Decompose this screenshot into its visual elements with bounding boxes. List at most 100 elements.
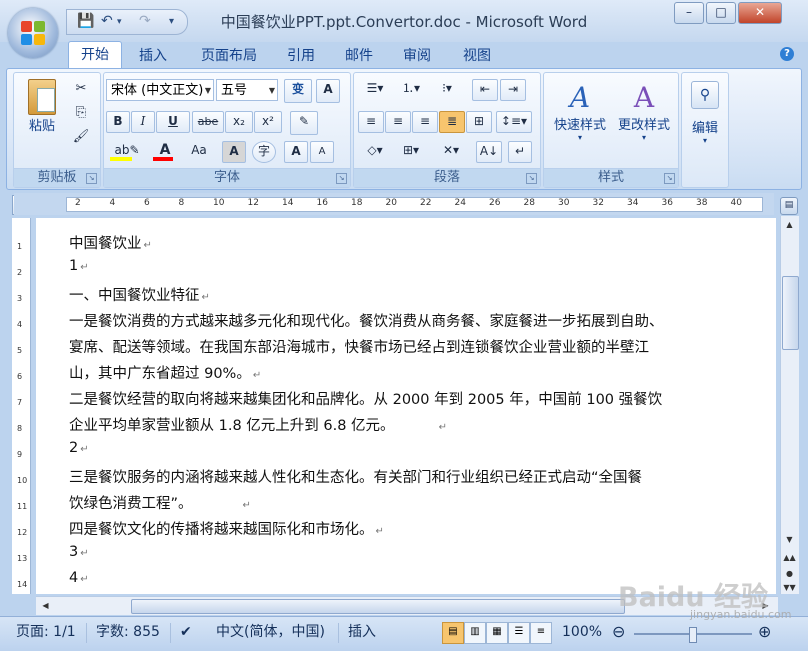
tab-home[interactable]: 开始 [68,41,122,69]
show-marks-button[interactable]: ↵ [508,141,532,163]
ruler-tick-label: 32 [592,198,604,208]
justify-button[interactable]: ≣ [439,111,465,133]
paste-button[interactable]: 粘贴 [22,79,62,134]
bullets-button[interactable]: ☰▾ [358,79,392,99]
ruler-tick-label: 34 [627,198,639,208]
document-page[interactable]: 中国餐饮业 ↵ 1 ↵ 一、中国餐饮业特征 ↵ 一是餐饮消费的方式越来越多元化和现代化… [36,218,776,594]
outline-view-icon[interactable]: ☰ [508,622,530,644]
zoom-slider-thumb[interactable] [689,627,697,643]
increase-indent-button[interactable]: ⇥ [500,79,526,101]
ruler-tick-label: 10 [213,198,225,208]
styles-launcher-icon[interactable]: ↘ [664,173,675,184]
vruler-tick-label: 14 [17,580,28,589]
vertical-scroll-thumb[interactable] [782,276,799,350]
quick-styles-icon: A [569,81,591,114]
draft-view-icon[interactable]: ≡ [530,622,552,644]
strikethrough-button[interactable]: abe [192,111,224,133]
scroll-left-icon[interactable]: ◀ [38,598,53,614]
zoom-level[interactable]: 100% [562,621,602,643]
phonetic-guide-button[interactable]: 变 [284,79,312,103]
borders-button[interactable]: ⊞▾ [394,141,428,161]
underline-button[interactable]: U [156,111,190,133]
scroll-up-icon[interactable]: ▲ [782,217,797,233]
close-button[interactable]: ✕ [738,2,782,24]
italic-button[interactable]: I [131,111,155,133]
align-center-button[interactable]: ≡ [385,111,411,133]
highlight-button[interactable]: ab✎ [106,141,148,161]
tab-insert[interactable]: 插入 [130,45,176,67]
proofing-icon[interactable]: ✔ [180,621,192,643]
ruler-tick-label: 20 [385,198,397,208]
distributed-button[interactable]: ⊞ [466,111,492,133]
paragraph-launcher-icon[interactable]: ↘ [526,173,537,184]
editing-button[interactable]: ⚲ 编辑 ▾ [684,81,726,145]
change-styles-label: 更改样式 [617,118,670,133]
font-launcher-icon[interactable]: ↘ [336,173,347,184]
change-case-button[interactable]: Aa [184,141,214,161]
font-group: 宋体 (中文正文) ▼ 五号 ▼ 变 A B I U abe x₂ x² ✎ ab✎… [103,72,351,188]
tab-page-layout[interactable]: 页面布局 [190,45,268,67]
enclose-char-button[interactable]: 字 [252,141,276,163]
grow-font-button[interactable]: A [284,141,308,163]
editing-label: 编辑 [691,121,718,136]
line-spacing-icon: ↕≡▾ [500,114,528,128]
doc-line: 三是餐饮服务的内涵将越来越人性化和生态化。有关部门和行业组织已经正式启动“全国餐 [69,470,643,486]
tab-references[interactable]: 引用 [278,45,324,67]
quick-styles-button[interactable]: A 快速样式 ▾ [548,81,612,142]
align-left-button[interactable]: ≡ [358,111,384,133]
multilevel-list-button[interactable]: ⁝▾ [430,79,464,99]
next-page-icon[interactable]: ▼▼ [782,580,797,596]
vertical-ruler[interactable]: 1 2 3 4 5 6 7 8 9 10 11 12 13 14 [12,218,31,594]
zoom-out-icon[interactable]: ⊖ [612,621,625,643]
subscript-button[interactable]: x₂ [225,111,253,133]
office-button[interactable] [8,8,58,58]
line-spacing-button[interactable]: ↕≡▾ [496,111,532,133]
tab-view[interactable]: 视图 [454,45,500,67]
ruler-tick-label: 16 [316,198,328,208]
sort-button[interactable]: A↓ [476,141,502,163]
maximize-button[interactable]: □ [706,2,736,24]
ruler-tick-label: 38 [696,198,708,208]
chinese-layout-button[interactable]: ✕▾ [434,141,468,161]
insert-mode-indicator[interactable]: 插入 [348,621,376,643]
vertical-scrollbar[interactable]: ▲ ▼ ▲▲ ● ▼▼ [780,216,799,594]
doc-line: 一是餐饮消费的方式越来越多元化和现代化。餐饮消费从商务餐、家庭餐进一步拓展到自助… [69,314,664,330]
clipboard-launcher-icon[interactable]: ↘ [86,173,97,184]
font-size-select[interactable]: 五号 ▼ [216,79,278,101]
view-ruler-icon[interactable]: ▤ [780,197,798,215]
copy-icon[interactable]: ⎘ [70,103,92,123]
full-screen-reading-icon[interactable]: ▥ [464,622,486,644]
align-right-button[interactable]: ≡ [412,111,438,133]
superscript-button[interactable]: x² [254,111,282,133]
char-shading-button[interactable]: A [222,141,246,163]
word-count[interactable]: 字数: 855 [96,621,160,643]
font-name-select[interactable]: 宋体 (中文正文) ▼ [106,79,214,101]
font-color-button[interactable]: A [150,141,180,161]
print-layout-view-icon[interactable]: ▤ [442,622,464,644]
format-painter-icon[interactable]: 🖌 [70,127,92,147]
zoom-in-icon[interactable]: ⊕ [758,621,771,643]
page-count[interactable]: 页面: 1/1 [16,621,76,643]
numbering-button[interactable]: ⒈▾ [394,79,428,99]
shading-button[interactable]: ◇▾ [358,141,392,161]
change-styles-button[interactable]: A 更改样式 ▾ [612,81,676,142]
minimize-button[interactable]: – [674,2,704,24]
doc-line: 二是餐饮经营的取向将越来越集团化和品牌化。从 2000 年到 2005 年，中国… [69,392,663,408]
vruler-tick-label: 2 [17,268,23,277]
prev-page-icon[interactable]: ▲▲ [782,550,797,566]
cut-icon[interactable]: ✂ [70,79,92,99]
decrease-indent-button[interactable]: ⇤ [472,79,498,101]
horizontal-scroll-thumb[interactable] [131,599,625,614]
help-icon[interactable]: ? [780,47,794,61]
text-effect-button[interactable]: ✎ [290,111,318,135]
clear-format-button[interactable]: A [316,79,340,103]
scroll-down-icon[interactable]: ▼ [782,532,797,548]
shrink-font-button[interactable]: A [310,141,334,163]
tab-review[interactable]: 审阅 [394,45,440,67]
binoculars-icon: ⚲ [691,81,719,109]
horizontal-ruler[interactable]: 2 4 6 8 10 12 14 16 18 20 22 24 26 28 30 32 34 36 38 40 [14,193,774,215]
bold-button[interactable]: B [106,111,130,133]
tab-mailings[interactable]: 邮件 [336,45,382,67]
web-layout-icon[interactable]: ▦ [486,622,508,644]
language-indicator[interactable]: 中文(简体，中国) [216,621,325,643]
